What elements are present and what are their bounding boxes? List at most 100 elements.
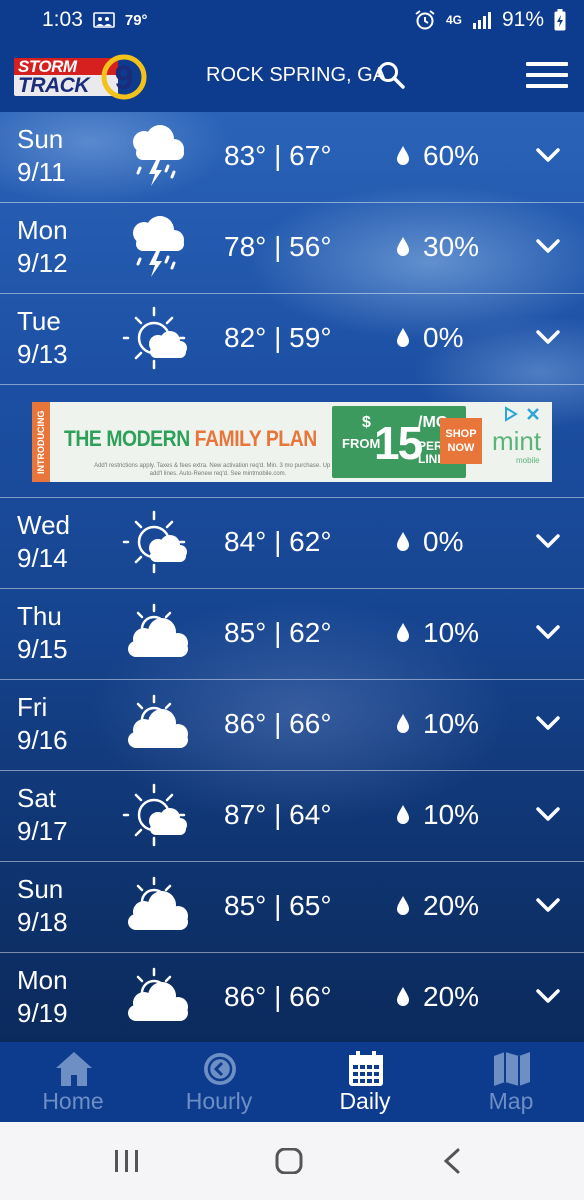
ad-side-label: INTRODUCING xyxy=(32,402,50,482)
chevron-down-icon[interactable] xyxy=(535,328,561,346)
nav-daily-label: Daily xyxy=(339,1088,391,1114)
calendar-icon xyxy=(349,1051,383,1086)
raindrop-icon xyxy=(397,532,409,551)
logo-nine-text: 9 xyxy=(115,59,134,97)
mostly-cloudy-icon xyxy=(128,694,188,748)
forecast-row[interactable]: Mon 9/19 86° | 66° 20% xyxy=(0,953,584,1042)
battery-percent: 91% xyxy=(501,8,544,31)
nav-map[interactable]: Map xyxy=(438,1042,584,1122)
precip-chance: 0% xyxy=(423,322,464,353)
high-low-temps: 87° | 64° xyxy=(224,799,332,830)
ad-choices-icon[interactable] xyxy=(502,406,546,422)
raindrop-icon xyxy=(397,328,409,347)
nav-hourly[interactable]: Hourly xyxy=(146,1042,292,1122)
alarm-icon xyxy=(415,10,435,30)
ad-shop-now-button[interactable]: SHOP NOW xyxy=(440,418,482,464)
network-type: 4G xyxy=(445,13,462,27)
day-date: 9/15 xyxy=(17,634,68,664)
forecast-row[interactable]: Mon 9/12 78° | 56° 30% xyxy=(0,203,584,294)
location-label[interactable]: ROCK SPRING, GA xyxy=(206,64,386,87)
home-icon xyxy=(56,1052,92,1086)
home-button-icon[interactable] xyxy=(274,1148,304,1174)
day-date: 9/17 xyxy=(17,816,68,846)
forecast-row[interactable]: Sun 9/11 83° | 67° 60% xyxy=(0,112,584,203)
ad-brand-sub: mobile xyxy=(516,456,540,465)
forecast-row[interactable]: Sat 9/17 87° | 64° 10% xyxy=(0,771,584,862)
nav-hourly-label: Hourly xyxy=(185,1088,253,1114)
ad-headline: THE MODERN FAMILY PLAN xyxy=(64,426,317,452)
high-low-temps: 84° | 62° xyxy=(224,526,332,557)
high-low-temps: 85° | 62° xyxy=(224,617,332,648)
bottom-nav: Home Hourly Daily Map xyxy=(0,1042,584,1122)
forecast-row[interactable]: Wed 9/14 84° | 62° 0% xyxy=(0,498,584,589)
day-date: 9/11 xyxy=(17,157,66,187)
hamburger-menu-icon[interactable] xyxy=(526,62,568,92)
high-low-temps: 86° | 66° xyxy=(224,981,332,1012)
recent-apps-icon[interactable] xyxy=(112,1148,142,1174)
precip-chance: 10% xyxy=(423,708,480,739)
forecast-row[interactable]: Thu 9/15 85° | 62° 10% xyxy=(0,589,584,680)
precip-chance: 0% xyxy=(423,526,464,557)
ad-per-line: PER LINE xyxy=(418,439,446,466)
back-icon[interactable] xyxy=(438,1148,468,1174)
day-name: Sat xyxy=(17,783,57,813)
partly-sunny-icon xyxy=(122,783,187,847)
ad-headline-2: FAMILY PLAN xyxy=(194,426,318,451)
mostly-cloudy-icon xyxy=(128,876,188,930)
precip-chance: 30% xyxy=(423,231,480,262)
precip-chance: 20% xyxy=(423,890,480,921)
forecast-row[interactable]: Tue 9/13 82° | 59° 0% xyxy=(0,294,584,385)
forecast-row[interactable]: Fri 9/16 86° | 66° 10% xyxy=(0,680,584,771)
day-date: 9/19 xyxy=(17,998,68,1028)
day-name: Sun xyxy=(17,124,64,154)
chevron-down-icon[interactable] xyxy=(535,805,561,823)
nav-home[interactable]: Home xyxy=(0,1042,146,1122)
ad-row: INTRODUCING THE MODERN FAMILY PLAN Add'l… xyxy=(0,384,584,498)
map-icon xyxy=(494,1052,530,1086)
chevron-down-icon[interactable] xyxy=(535,987,561,1005)
raindrop-icon xyxy=(397,714,409,733)
ad-brand: mint xyxy=(492,426,542,456)
mostly-cloudy-icon xyxy=(128,603,188,657)
day-date: 9/14 xyxy=(17,543,68,573)
forecast-row[interactable]: Sun 9/18 85° | 65° 20% xyxy=(0,862,584,953)
clock-icon xyxy=(204,1053,236,1085)
precip-chance: 60% xyxy=(423,140,480,171)
day-name: Tue xyxy=(17,306,61,336)
day-date: 9/18 xyxy=(17,907,68,937)
high-low-temps: 82° | 59° xyxy=(224,322,332,353)
day-name: Mon xyxy=(17,965,68,995)
chevron-down-icon[interactable] xyxy=(535,237,561,255)
search-icon[interactable] xyxy=(376,60,406,90)
raindrop-icon xyxy=(397,237,409,256)
status-bar: 1:03 79° 4G 91% xyxy=(0,0,584,40)
raindrop-icon xyxy=(397,146,409,165)
ad-headline-1: THE MODERN xyxy=(64,426,195,451)
ad-price: 15 xyxy=(374,417,423,469)
nav-home-label: Home xyxy=(42,1088,104,1114)
mostly-cloudy-icon xyxy=(128,967,188,1021)
daily-forecast-list[interactable]: Sun 9/11 83° | 67° 60% Mon 9/12 78° | 56… xyxy=(0,112,584,1042)
chevron-down-icon[interactable] xyxy=(535,146,561,164)
storm-track-9-logo: STORM TRACK 9 xyxy=(14,54,147,100)
day-date: 9/13 xyxy=(17,339,68,369)
ad-banner[interactable]: INTRODUCING THE MODERN FAMILY PLAN Add'l… xyxy=(32,402,552,482)
chevron-down-icon[interactable] xyxy=(535,714,561,732)
day-date: 9/16 xyxy=(17,725,68,755)
raindrop-icon xyxy=(397,623,409,642)
battery-charging-icon xyxy=(554,9,566,31)
status-temp: 79° xyxy=(124,11,148,29)
nav-daily[interactable]: Daily xyxy=(292,1042,438,1122)
chevron-down-icon[interactable] xyxy=(535,623,561,641)
partly-sunny-icon xyxy=(122,510,187,574)
chevron-down-icon[interactable] xyxy=(535,896,561,914)
status-time: 1:03 xyxy=(42,8,83,31)
android-nav-bar xyxy=(0,1122,584,1200)
app-header: STORM TRACK 9 ROCK SPRING, GA xyxy=(0,40,584,112)
day-name: Fri xyxy=(17,692,48,722)
high-low-temps: 86° | 66° xyxy=(224,708,332,739)
ad-fine-print: Add'l restrictions apply. Taxes & fees e… xyxy=(94,463,342,477)
chevron-down-icon[interactable] xyxy=(535,532,561,550)
signal-icon xyxy=(472,12,491,29)
day-name: Mon xyxy=(17,215,68,245)
